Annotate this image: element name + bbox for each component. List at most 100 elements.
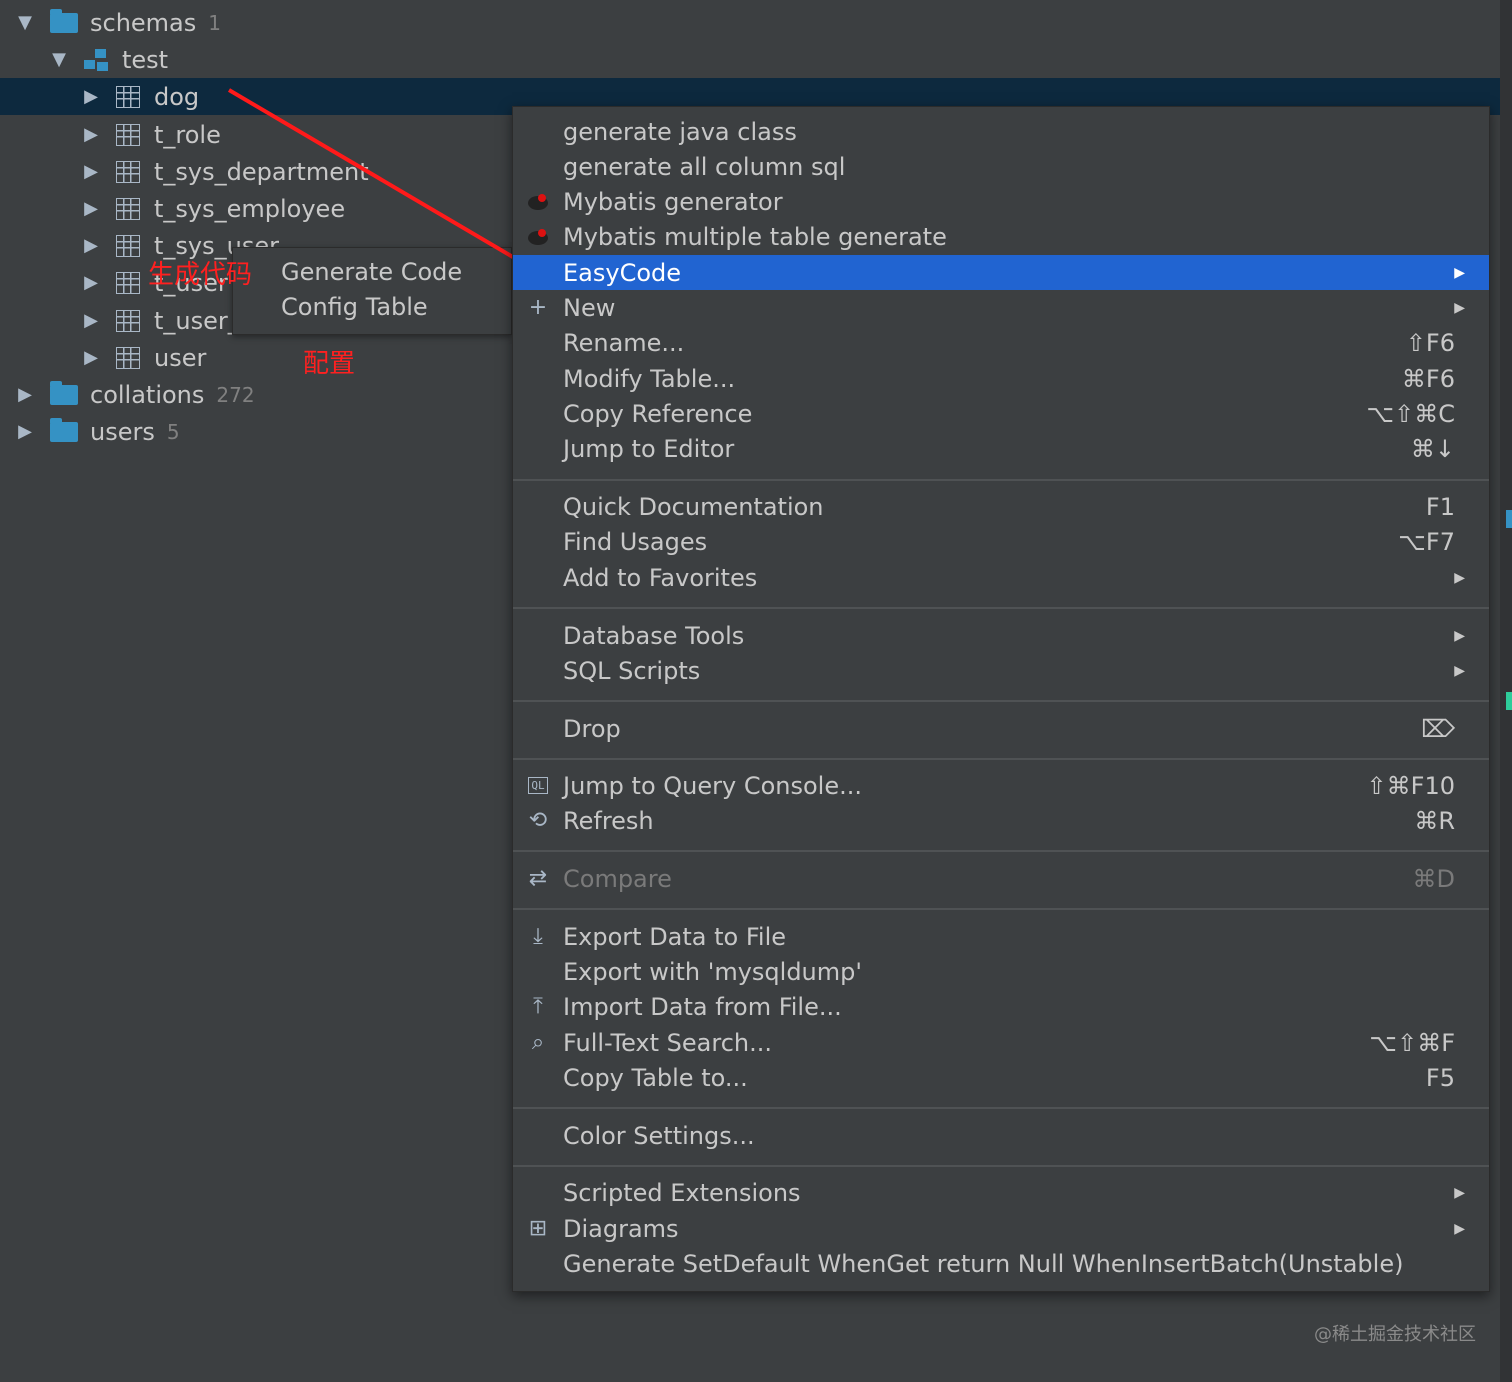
menu-item-label: Color Settings...: [563, 1121, 755, 1150]
menu-item-export-with-mysqldump[interactable]: Export with 'mysqldump': [513, 954, 1489, 989]
submenu-arrow-icon: ▶: [1454, 627, 1465, 644]
collapse-arrow-icon[interactable]: ▶: [82, 347, 100, 368]
menu-item-color-settings[interactable]: Color Settings...: [513, 1118, 1489, 1153]
tree-node-table[interactable]: ▶ t_role: [82, 116, 221, 153]
menu-item-label: SQL Scripts: [563, 656, 701, 685]
menu-item-generate-all-column-sql[interactable]: generate all column sql: [513, 149, 1489, 184]
collapse-arrow-icon[interactable]: ▶: [16, 384, 34, 405]
collapse-arrow-icon[interactable]: ▶: [82, 198, 100, 219]
submenu-item-config-table[interactable]: Config Table: [233, 290, 511, 325]
node-label: dog: [154, 82, 200, 111]
menu-item-label: Import Data from File...: [563, 992, 842, 1021]
menu-item-compare[interactable]: ⇄ Compare ⌘D: [513, 861, 1489, 896]
collapse-arrow-icon[interactable]: ▶: [82, 161, 100, 182]
tree-node-table[interactable]: ▶ t_user_: [82, 302, 240, 339]
menu-separator: [513, 1107, 1489, 1109]
collapse-arrow-icon[interactable]: ▶: [82, 272, 100, 293]
tree-node-collations[interactable]: ▶ collations 272: [16, 376, 255, 413]
menu-item-label: generate java class: [563, 117, 797, 146]
tree-node-table[interactable]: ▶ user: [82, 339, 206, 376]
menu-item-drop[interactable]: Drop ⌦: [513, 711, 1489, 746]
menu-item-generate-java-class[interactable]: generate java class: [513, 114, 1489, 149]
submenu-item-generate-code[interactable]: Generate Code: [233, 255, 511, 290]
menu-item-label: Drop: [563, 714, 621, 743]
menu-item-refresh[interactable]: ⟲ Refresh ⌘R: [513, 803, 1489, 838]
submenu-arrow-icon: ▶: [1454, 569, 1465, 586]
menu-item-rename[interactable]: Rename... ⇧F6: [513, 325, 1489, 360]
menu-item-sql-scripts[interactable]: SQL Scripts ▶: [513, 653, 1489, 688]
submenu-arrow-icon: ▶: [1454, 299, 1465, 316]
menu-item-shortcut: F1: [1425, 492, 1455, 521]
menu-item-copy-table-to[interactable]: Copy Table to... F5: [513, 1060, 1489, 1095]
collapse-arrow-icon[interactable]: ▶: [16, 421, 34, 442]
menu-item-export-data-to-file[interactable]: ⤓ Export Data to File: [513, 919, 1489, 954]
folder-icon: [50, 8, 78, 33]
menu-item-add-to-favorites[interactable]: Add to Favorites ▶: [513, 560, 1489, 595]
menu-item-find-usages[interactable]: Find Usages ⌥F7: [513, 524, 1489, 559]
tree-node-schemas[interactable]: ▼ schemas 1: [16, 4, 221, 41]
menu-item-label: Copy Reference: [563, 399, 753, 428]
menu-item-label: Generate SetDefault WhenGet return Null …: [563, 1249, 1404, 1278]
tree-node-table[interactable]: ▶ t_sys_department: [82, 153, 369, 190]
menu-item-generate-setdefault-whenget-return-null-wheninsertbatch-unstable[interactable]: Generate SetDefault WhenGet return Null …: [513, 1246, 1489, 1281]
node-label: users: [90, 417, 155, 446]
expand-arrow-icon[interactable]: ▼: [16, 12, 34, 33]
menu-item-import-data-from-file[interactable]: ⤒ Import Data from File...: [513, 989, 1489, 1024]
submenu-arrow-icon: ▶: [1454, 662, 1465, 679]
menu-item-label: Compare: [563, 864, 672, 893]
node-label: schemas: [90, 8, 197, 37]
collapse-arrow-icon[interactable]: ▶: [82, 124, 100, 145]
submenu-arrow-icon: ▶: [1454, 1220, 1465, 1237]
menu-item-easycode[interactable]: EasyCode ▶: [513, 255, 1489, 290]
collapse-arrow-icon[interactable]: ▶: [82, 310, 100, 331]
menu-item-label: Rename...: [563, 328, 685, 357]
menu-item-quick-documentation[interactable]: Quick Documentation F1: [513, 489, 1489, 524]
search-icon: ⌕: [531, 1030, 545, 1055]
plus-icon: +: [528, 295, 548, 320]
tree-node-table[interactable]: ▶ t_sys_employee: [82, 190, 345, 227]
menu-separator: [513, 1165, 1489, 1167]
collapse-arrow-icon[interactable]: ▶: [82, 86, 100, 107]
node-label: t_role: [154, 120, 221, 149]
menu-item-modify-table[interactable]: Modify Table... ⌘F6: [513, 361, 1489, 396]
menu-item-label: Diagrams: [563, 1214, 679, 1243]
tree-node-users[interactable]: ▶ users 5: [16, 413, 180, 450]
node-label: t_sys_employee: [154, 194, 346, 223]
menu-item-label: Refresh: [563, 806, 654, 835]
menu-item-jump-to-query-console[interactable]: QL Jump to Query Console... ⇧⌘F10: [513, 768, 1489, 803]
compare-icon: ⇄: [528, 866, 548, 891]
diagrams-icon: ⊞: [528, 1216, 548, 1241]
menu-item-shortcut: ⌥F7: [1398, 527, 1455, 556]
menu-item-mybatis-multiple-table-generate[interactable]: Mybatis multiple table generate: [513, 219, 1489, 254]
menu-separator: [513, 850, 1489, 852]
menu-item-jump-to-editor[interactable]: Jump to Editor ⌘↓: [513, 431, 1489, 466]
node-label: test: [122, 45, 169, 74]
tree-node-test[interactable]: ▼ test: [50, 41, 168, 78]
menu-item-label: Full-Text Search...: [563, 1028, 773, 1057]
menu-item-scripted-extensions[interactable]: Scripted Extensions ▶: [513, 1175, 1489, 1210]
menu-item-label: Mybatis generator: [563, 187, 783, 216]
menu-item-new[interactable]: + New ▶: [513, 290, 1489, 325]
table-icon: [116, 197, 140, 220]
folder-icon: [50, 380, 78, 405]
menu-item-label: generate all column sql: [563, 152, 846, 181]
easycode-submenu: Generate Code Config Table: [232, 247, 512, 335]
menu-item-mybatis-generator[interactable]: Mybatis generator: [513, 184, 1489, 219]
menu-separator: [513, 479, 1489, 481]
context-menu: generate java class generate all column s…: [512, 106, 1490, 1292]
menu-item-label: Copy Table to...: [563, 1063, 748, 1092]
menu-item-full-text-search[interactable]: ⌕ Full-Text Search... ⌥⇧⌘F: [513, 1025, 1489, 1060]
collapse-arrow-icon[interactable]: ▶: [82, 235, 100, 256]
table-icon: [116, 309, 140, 332]
expand-arrow-icon[interactable]: ▼: [50, 49, 68, 70]
menu-item-shortcut: ⇧F6: [1405, 328, 1455, 357]
mybatis-bird-icon: [525, 224, 551, 250]
menu-item-label: Find Usages: [563, 527, 708, 556]
submenu-arrow-icon: ▶: [1454, 264, 1465, 281]
menu-item-database-tools[interactable]: Database Tools ▶: [513, 618, 1489, 653]
menu-item-copy-reference[interactable]: Copy Reference ⌥⇧⌘C: [513, 396, 1489, 431]
menu-item-label: Mybatis multiple table generate: [563, 222, 947, 251]
table-icon: [116, 346, 140, 369]
menu-item-diagrams[interactable]: ⊞ Diagrams ▶: [513, 1211, 1489, 1246]
edge-marker: [1506, 692, 1512, 710]
